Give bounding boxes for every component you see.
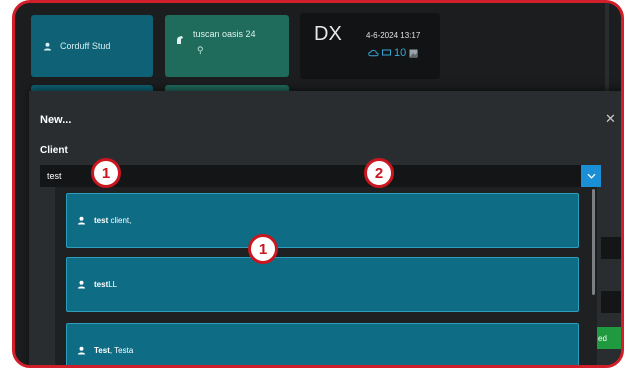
client-search-input[interactable]	[40, 165, 581, 187]
chevron-down-icon	[586, 173, 596, 179]
proceed-button[interactable]: ed	[595, 327, 621, 349]
dx-date: 4-6-2024 13:17	[366, 31, 421, 40]
person-icon	[77, 216, 86, 225]
image-icon	[409, 49, 418, 57]
person-icon	[77, 346, 86, 355]
scrollbar-thumb[interactable]	[592, 189, 595, 295]
close-icon[interactable]: ✕	[605, 111, 616, 127]
tile-dx[interactable]: DX 4-6-2024 13:17 10	[300, 13, 440, 79]
dx-count: 10	[394, 47, 407, 59]
dx-icons: 10	[368, 47, 418, 59]
result-label: test client,	[94, 216, 132, 225]
tile-corduff-stud[interactable]: Corduff Stud	[31, 15, 153, 77]
person-icon	[77, 280, 86, 289]
annotation-badge-input: 1	[91, 158, 121, 188]
person-icon	[43, 42, 52, 51]
dx-label: DX	[314, 23, 342, 45]
annotation-badge-results: 1	[248, 234, 278, 264]
horse-icon	[177, 36, 183, 44]
result-item[interactable]: Test, Testa	[66, 323, 579, 365]
annotation-badge-dropdown: 2	[364, 158, 394, 188]
dialog-title: New...	[40, 114, 72, 126]
tile-label: tuscan oasis 24	[193, 29, 256, 39]
client-dropdown-button[interactable]	[581, 165, 601, 187]
result-label: Test, Testa	[94, 346, 134, 355]
tile-empty	[451, 15, 601, 77]
hidden-field-a[interactable]	[601, 237, 621, 259]
monitor-icon	[382, 49, 391, 56]
cloud-icon	[368, 49, 379, 57]
result-item[interactable]: test client,	[66, 193, 579, 248]
hidden-field-b[interactable]	[601, 291, 621, 313]
client-results-list: test client, testLL Test, Testa	[55, 187, 597, 365]
client-label: Client	[40, 145, 68, 156]
tile-label: Corduff Stud	[60, 41, 111, 51]
result-label: testLL	[94, 280, 118, 289]
result-item[interactable]: testLL	[66, 257, 579, 312]
tile-tuscan-oasis[interactable]: tuscan oasis 24 ⚲	[165, 15, 289, 77]
new-dialog: New... ✕ Client ed test client, testLL T…	[29, 91, 621, 365]
location-pin-icon: ⚲	[197, 45, 204, 55]
